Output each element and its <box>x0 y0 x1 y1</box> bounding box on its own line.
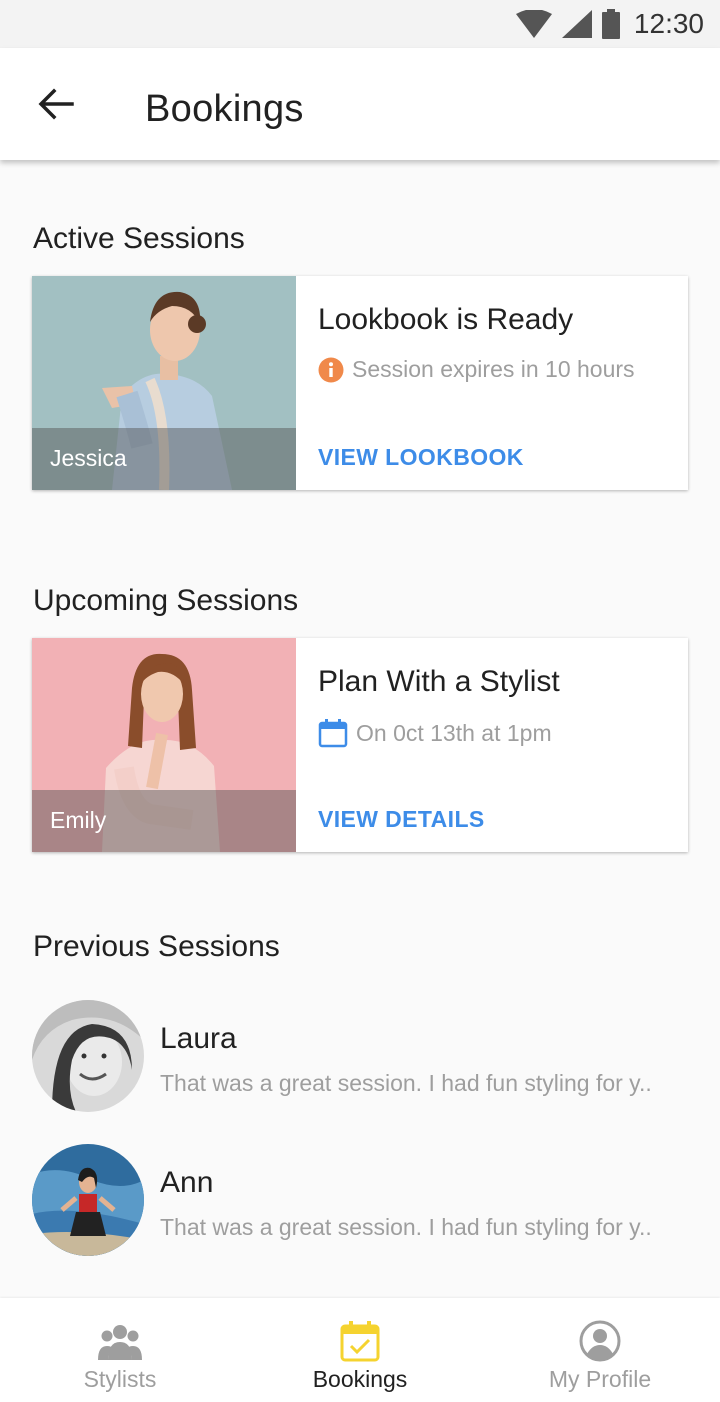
nav-label: My Profile <box>548 1366 652 1392</box>
signal-icon <box>561 10 592 38</box>
status-bar: 12:30 <box>0 0 720 48</box>
back-arrow-icon[interactable] <box>36 84 76 124</box>
upcoming-session-card[interactable]: Emily Plan With a Stylist On 0ct 13th at… <box>32 638 688 852</box>
nav-item-my-profile[interactable]: My Profile <box>480 1298 720 1402</box>
active-session-card[interactable]: Jessica Lookbook is Ready Session expire… <box>32 276 688 490</box>
previous-session-message: That was a great session. I had fun styl… <box>160 1070 652 1096</box>
avatar <box>32 1144 144 1256</box>
avatar-image-ann <box>32 1144 144 1256</box>
stylist-name: Jessica <box>50 445 127 471</box>
calendar-check-icon <box>340 1321 380 1362</box>
stylist-name: Emily <box>50 807 107 833</box>
nav-item-stylists[interactable]: Stylists <box>0 1298 240 1402</box>
previous-session-name: Laura <box>160 1022 237 1055</box>
group-icon <box>98 1325 142 1360</box>
view-details-button[interactable]: VIEW DETAILS <box>318 806 485 833</box>
account-circle-icon <box>579 1320 621 1362</box>
stylist-photo-emily: Emily <box>32 638 296 852</box>
photo-caption: Jessica <box>32 428 296 490</box>
battery-icon <box>601 9 620 39</box>
view-lookbook-button[interactable]: VIEW LOOKBOOK <box>318 444 524 471</box>
session-expiry-text: Session expires in 10 hours <box>352 356 635 382</box>
nav-label: Bookings <box>312 1366 408 1392</box>
card-meta: On 0ct 13th at 1pm <box>318 718 552 748</box>
info-icon <box>318 357 344 382</box>
nav-item-bookings[interactable]: Bookings <box>240 1298 480 1402</box>
bottom-navigation: Stylists Bookings My Profile <box>0 1298 720 1402</box>
card-meta: Session expires in 10 hours <box>318 356 635 383</box>
card-title: Plan With a Stylist <box>318 665 560 698</box>
card-title: Lookbook is Ready <box>318 303 574 336</box>
previous-session-message: That was a great session. I had fun styl… <box>160 1214 652 1240</box>
status-icons: 12:30 <box>515 0 704 48</box>
status-time: 12:30 <box>633 8 704 39</box>
avatar <box>32 1000 144 1112</box>
session-date-text: On 0ct 13th at 1pm <box>356 719 552 746</box>
avatar-image-laura <box>32 1000 144 1112</box>
app-bar: Bookings <box>0 48 720 160</box>
calendar-icon <box>318 719 348 748</box>
section-title-active: Active Sessions <box>33 222 245 255</box>
page-title: Bookings <box>145 88 304 130</box>
previous-session-item[interactable]: Ann That was a great session. I had fun … <box>32 1144 688 1256</box>
nav-label: Stylists <box>83 1366 157 1392</box>
section-title-upcoming: Upcoming Sessions <box>33 584 299 617</box>
section-title-previous: Previous Sessions <box>33 930 280 963</box>
wifi-icon <box>515 10 552 38</box>
photo-caption: Emily <box>32 790 296 852</box>
previous-session-name: Ann <box>160 1166 214 1199</box>
stylist-photo-jessica: Jessica <box>32 276 296 490</box>
previous-session-item[interactable]: Laura That was a great session. I had fu… <box>32 1000 688 1112</box>
